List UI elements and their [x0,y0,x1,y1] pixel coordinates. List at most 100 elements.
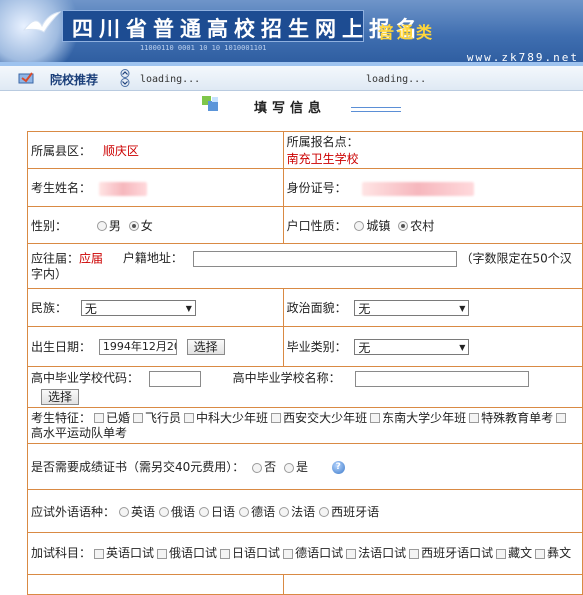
extra-checkbox[interactable] [409,548,420,559]
school-code-input[interactable] [148,370,201,387]
county-value: 顺庆区 [102,143,139,158]
section-title: 填写信息 [254,101,327,116]
extra-checkbox[interactable] [220,548,231,559]
cert-yes-radio[interactable] [283,462,294,473]
site-value: 南充卫生学校 [286,152,359,166]
form-row: 所属县区： 顺庆区 所属报名点： 南充卫生学校 [27,131,583,169]
extra-checkbox[interactable] [346,548,357,559]
gradtype-cell: 毕业类别： 无 [283,326,583,367]
form-row: 考生特征： 已婚 飞行员 中科大少年班 西安交大少年班 东南大学少年班 特殊教育单考高水平运… [27,407,583,444]
gender-male-radio[interactable] [96,221,107,231]
trait-label: 高水平运动队单考 [31,425,128,440]
gradtype-label: 毕业类别： [286,339,347,354]
banner-title: 四川省普通高校招生网上报名 [72,17,423,41]
recommend-title: 院校推荐 [50,73,99,87]
extra-checkbox[interactable] [496,548,507,559]
form-row: 应往届：应届 户籍地址： （字数限定在50个汉字内） [27,243,583,289]
county-label: 所属县区： [31,143,92,158]
school-select-button[interactable]: 选择 [41,388,80,405]
traits-label: 考生特征： [31,410,92,425]
trait-checkbox[interactable] [94,413,105,423]
extra-option: 德语口试 [295,546,344,560]
hukou-rural-radio[interactable] [398,221,409,231]
birth-input[interactable]: 1994年12月20 [98,339,177,356]
recommend-icon [18,72,34,84]
trait-checkbox[interactable] [469,413,480,423]
school-name-label: 高中毕业学校名称： [232,371,341,385]
site-label: 所属报名点： [286,135,359,149]
id-label: 身份证号： [286,181,347,195]
scroll-arrows-icon[interactable] [119,69,131,87]
lang-radio[interactable] [199,507,210,517]
gradtype-select[interactable]: 无 [354,339,470,356]
extra-option: 彝文 [547,546,572,560]
county-cell: 所属县区： 顺庆区 [27,131,284,169]
gender-female-radio[interactable] [128,221,139,231]
seagull-logo-icon [22,11,62,33]
school-name-input[interactable] [354,370,529,387]
header-banner: 四川省普通高校招生网上报名 普通类 11000110 0001 10 10 10… [0,0,583,66]
cert-no-radio[interactable] [252,462,263,473]
lang-option: 德语 [251,504,276,519]
lang-radio[interactable] [239,507,250,517]
extra-cell: 加试科目： 英语口试 俄语口试 日语口试 德语口试 法语口试 西班牙语口试 藏文 彝文 [27,532,583,575]
hukou-label: 户口性质： [286,218,347,233]
trait-checkbox[interactable] [271,413,282,423]
political-select[interactable]: 无 [354,300,470,317]
banner-binary-text: 11000110 0001 10 10 1010001101 [140,44,267,52]
ethnicity-select[interactable]: 无 [80,300,196,317]
extra-label: 加试科目： [31,546,92,560]
school-cell: 高中毕业学校代码： 高中毕业学校名称： 选择 [27,366,583,408]
trait-checkbox[interactable] [370,413,381,423]
extra-checkbox[interactable] [283,548,294,559]
trait-label: 飞行员 [145,410,182,425]
gender-cell: 性别： 男 女 [27,206,284,244]
form-row: 是否需要成绩证书（需另交40元费用）： 否 是 ? [27,443,583,490]
grad-value: 应届 [79,251,104,265]
name-cell: 考生姓名： [27,168,284,207]
gender-label: 性别： [31,218,68,233]
address-cell: 应往届：应届 户籍地址： （字数限定在50个汉字内） [27,243,583,289]
extra-option: 西班牙语口试 [421,546,494,560]
lang-radio[interactable] [159,507,170,517]
birth-select-button[interactable]: 选择 [186,339,225,356]
form-row: 应试外语语种： 英语 俄语 日语 德语 法语 西班牙语 [27,489,583,533]
registration-form: 所属县区： 顺庆区 所属报名点： 南充卫生学校 考生姓名： 身份证号： 性别： … [27,131,583,595]
id-cell: 身份证号： [283,168,583,207]
birth-label: 出生日期： [31,339,92,354]
form-row: 加试科目： 英语口试 俄语口试 日语口试 德语口试 法语口试 西班牙语口试 藏文 彝文 [27,532,583,575]
lang-option: 俄语 [171,504,196,519]
school-code-label: 高中毕业学校代码： [31,371,140,385]
recommend-bar: 院校推荐 loading... loading... [0,66,583,91]
help-icon[interactable]: ? [331,461,345,474]
address-input[interactable] [192,250,457,267]
lang-cell: 应试外语语种： 英语 俄语 日语 德语 法语 西班牙语 [27,489,583,533]
trait-checkbox[interactable] [556,413,567,423]
lang-option: 法语 [291,504,316,519]
extra-checkbox[interactable] [535,548,546,559]
cert-label: 是否需要成绩证书（需另交40元费用）： [31,460,245,474]
banner-tag: 普通类 [378,23,436,42]
gender-female-label: 女 [140,218,153,233]
political-cell: 政治面貌： 无 [283,288,583,327]
lang-radio[interactable] [319,507,330,517]
gradtype-value: 无 [358,341,371,356]
political-value: 无 [358,302,371,317]
form-row: 高中毕业学校代码： 高中毕业学校名称： 选择 [27,366,583,408]
form-row: 出生日期： 1994年12月20 选择 毕业类别： 无 [27,326,583,367]
extra-option: 俄语口试 [169,546,218,560]
lang-radio[interactable] [119,507,130,517]
form-row: 民族： 无 政治面貌： 无 [27,288,583,327]
trait-checkbox[interactable] [133,413,144,423]
lang-radio[interactable] [279,507,290,517]
hukou-town-radio[interactable] [354,221,365,231]
extra-checkbox[interactable] [94,548,105,559]
trait-label: 东南大学少年班 [382,410,467,425]
trait-label: 已婚 [106,410,131,425]
extra-option: 藏文 [508,546,533,560]
extra-checkbox[interactable] [157,548,168,559]
traits-cell: 考生特征： 已婚 飞行员 中科大少年班 西安交大少年班 东南大学少年班 特殊教育单考高水平运… [27,407,583,444]
trait-checkbox[interactable] [184,413,195,423]
lang-option: 英语 [131,504,156,519]
cert-yes-label: 是 [295,460,308,474]
